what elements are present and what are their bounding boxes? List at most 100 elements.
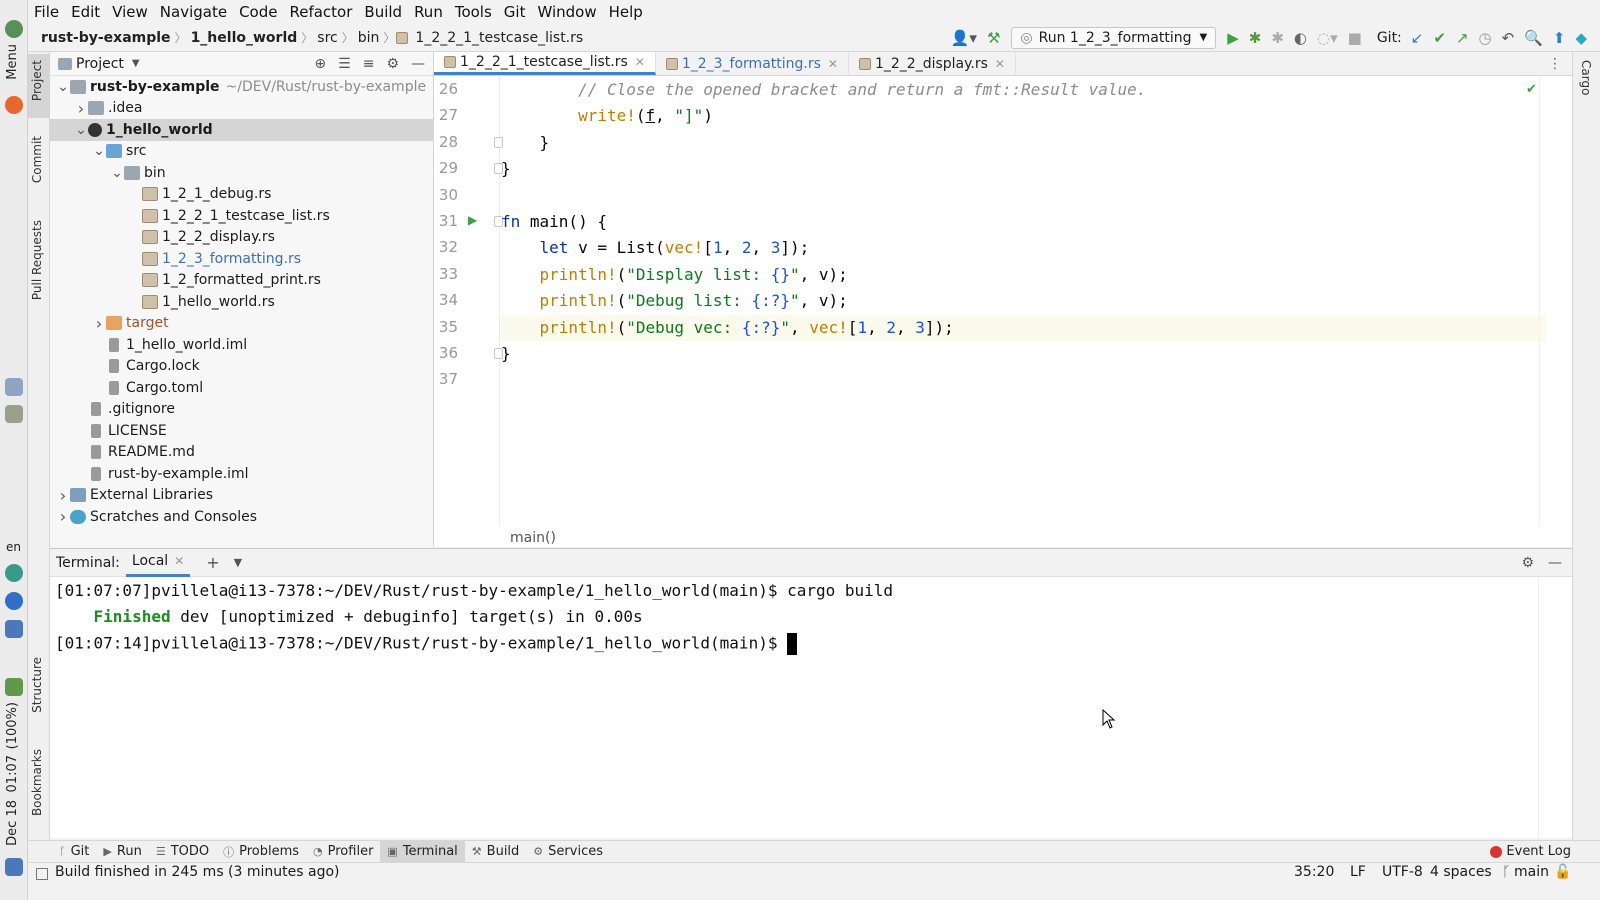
chevron-down-icon[interactable]: ⌄ <box>56 79 70 95</box>
breadcrumb-src[interactable]: src <box>314 30 340 46</box>
git-update-icon[interactable]: ↙ <box>1406 29 1429 47</box>
os-menu-label[interactable]: Menu <box>5 44 20 80</box>
tool-tab-commit[interactable]: Commit <box>30 136 44 183</box>
status-caret-position[interactable]: 35:20 <box>1294 864 1334 880</box>
git-push-icon[interactable]: ↗ <box>1451 29 1474 47</box>
tree-item[interactable]: Cargo.toml <box>50 377 433 399</box>
tree-item[interactable]: ⌄ src <box>50 141 433 163</box>
inspection-ok-icon[interactable]: ✔ <box>1526 82 1537 97</box>
code-line[interactable]: write!(f, "]") <box>501 103 713 129</box>
new-terminal-icon[interactable]: + <box>206 553 219 572</box>
close-icon[interactable]: ✕ <box>828 57 838 71</box>
breadcrumb-project[interactable]: rust-by-example <box>38 30 174 46</box>
terminal-output[interactable]: [01:07:07]pvillela@i13-7378:~/DEV/Rust/r… <box>50 578 1540 838</box>
tree-item[interactable]: ⌄ bin <box>50 162 433 184</box>
tree-item[interactable]: LICENSE <box>50 420 433 442</box>
menu-build[interactable]: Build <box>358 3 408 21</box>
menu-help[interactable]: Help <box>603 3 649 21</box>
rollback-icon[interactable]: ↶ <box>1497 29 1520 47</box>
tool-button-profiler[interactable]: ◔ Profiler <box>306 841 380 863</box>
tool-tab-bookmarks[interactable]: Bookmarks <box>30 749 44 816</box>
more-tabs-icon[interactable]: ⋮ <box>1538 52 1572 75</box>
lock-icon[interactable]: 🔓 <box>1554 864 1571 880</box>
menu-run[interactable]: Run <box>408 3 449 21</box>
menu-file[interactable]: File <box>28 3 65 21</box>
chevron-right-icon[interactable]: › <box>56 486 70 505</box>
tool-button-services[interactable]: ⚙ Services <box>526 841 610 863</box>
account-icon[interactable]: 👤▾ <box>946 29 982 47</box>
tree-item[interactable]: › target <box>50 313 433 335</box>
breadcrumb-module[interactable]: 1_hello_world <box>188 30 301 46</box>
tree-item[interactable]: 1_2_2_1_testcase_list.rs <box>50 205 433 227</box>
hide-panel-icon[interactable]: — <box>411 56 425 72</box>
tree-item[interactable]: 1_2_2_display.rs <box>50 227 433 249</box>
app-launcher-icon[interactable] <box>5 20 23 38</box>
chevron-right-icon[interactable]: › <box>74 99 88 118</box>
bluetooth-icon[interactable] <box>5 592 23 610</box>
tree-item[interactable]: 1_hello_world.iml <box>50 334 433 356</box>
tool-tab-project[interactable]: Project <box>30 60 44 101</box>
terminal-scrollbar[interactable] <box>1538 578 1539 838</box>
menu-edit[interactable]: Edit <box>65 3 106 21</box>
menu-view[interactable]: View <box>106 3 154 21</box>
menu-code[interactable]: Code <box>233 3 283 21</box>
editor-scrollbar[interactable] <box>1539 76 1547 526</box>
coverage-icon[interactable]: ✱ <box>1266 29 1289 47</box>
status-encoding[interactable]: UTF-8 <box>1382 864 1423 880</box>
menu-git[interactable]: Git <box>498 3 532 21</box>
code-line[interactable]: fn main() { <box>501 209 607 235</box>
code-line[interactable]: } <box>501 156 511 182</box>
tool-button-event-log[interactable]: Event Log <box>1483 841 1578 863</box>
network-icon[interactable] <box>5 564 23 582</box>
tool-button-todo[interactable]: ☰ TODO <box>149 841 216 863</box>
code-line[interactable]: println!("Display list: {}", v); <box>501 262 848 288</box>
tool-button-git[interactable]: ᚴ Git <box>52 841 96 863</box>
calendar-icon[interactable] <box>5 378 23 396</box>
editor-tab[interactable]: 1_2_2_display.rs ✕ <box>849 52 1016 75</box>
tree-item[interactable]: ⌄ 1_hello_world <box>50 119 433 141</box>
menu-tools[interactable]: Tools <box>449 3 498 21</box>
close-icon[interactable]: ✕ <box>995 57 1005 71</box>
profile-icon[interactable]: ◐ <box>1289 29 1312 47</box>
expand-all-icon[interactable]: ☰ <box>338 56 351 72</box>
display-icon[interactable] <box>5 858 23 876</box>
tool-button-run[interactable]: ▶ Run <box>96 841 148 863</box>
locate-file-icon[interactable]: ⊕ <box>314 56 326 72</box>
tree-item[interactable]: README.md <box>50 442 433 464</box>
git-history-icon[interactable]: ◷ <box>1474 29 1497 47</box>
jetbrains-toolbox-icon[interactable]: ◆ <box>1570 29 1592 47</box>
status-line-separator[interactable]: LF <box>1350 864 1366 880</box>
search-icon[interactable]: 🔍 <box>1519 29 1548 47</box>
close-icon[interactable]: ✕ <box>635 55 645 69</box>
chevron-down-icon[interactable]: ⌄ <box>74 122 88 138</box>
volume-icon[interactable] <box>5 620 23 638</box>
tree-item[interactable]: rust-by-example.iml <box>50 463 433 485</box>
tool-button-terminal[interactable]: ▣ Terminal <box>380 840 465 863</box>
tree-item[interactable]: › External Libraries <box>50 485 433 507</box>
keyboard-lang[interactable]: en <box>6 540 21 554</box>
status-indent[interactable]: 4 spaces <box>1430 864 1492 880</box>
tree-item[interactable]: 1_2_formatted_print.rs <box>50 270 433 292</box>
chevron-down-icon[interactable]: ⌄ <box>110 165 124 181</box>
tree-item[interactable]: 1_hello_world.rs <box>50 291 433 313</box>
chevron-down-icon[interactable]: ▼ <box>132 58 140 69</box>
settings-gear-icon[interactable]: ⚙ <box>386 56 399 72</box>
tool-tab-structure[interactable]: Structure <box>30 657 44 713</box>
editor-tab[interactable]: 1_2_3_formatting.rs ✕ <box>656 52 849 75</box>
code-line[interactable]: println!("Debug vec: {:?}", vec![1, 2, 3… <box>501 314 1546 341</box>
chevron-down-icon[interactable]: ▼ <box>234 556 242 569</box>
collapse-all-icon[interactable]: ≡ <box>363 56 375 72</box>
files-icon[interactable] <box>5 405 23 423</box>
project-view-selector[interactable]: Project <box>76 56 124 72</box>
debug-icon[interactable]: ✱ <box>1244 29 1267 47</box>
code-line[interactable]: } <box>501 130 550 156</box>
chevron-down-icon[interactable]: ⌄ <box>92 143 106 159</box>
chevron-right-icon[interactable]: › <box>56 507 70 526</box>
run-icon[interactable]: ▶ <box>1222 29 1244 47</box>
tool-button-problems[interactable]: ⓘ Problems <box>216 841 306 863</box>
ide-update-icon[interactable]: ⬆ <box>1548 29 1571 47</box>
git-commit-icon[interactable]: ✔ <box>1428 29 1451 47</box>
code-breadcrumb[interactable]: main() <box>510 530 556 546</box>
toggle-tool-windows-icon[interactable] <box>36 868 48 880</box>
breadcrumb-file[interactable]: 1_2_2_1_testcase_list.rs <box>412 30 586 46</box>
